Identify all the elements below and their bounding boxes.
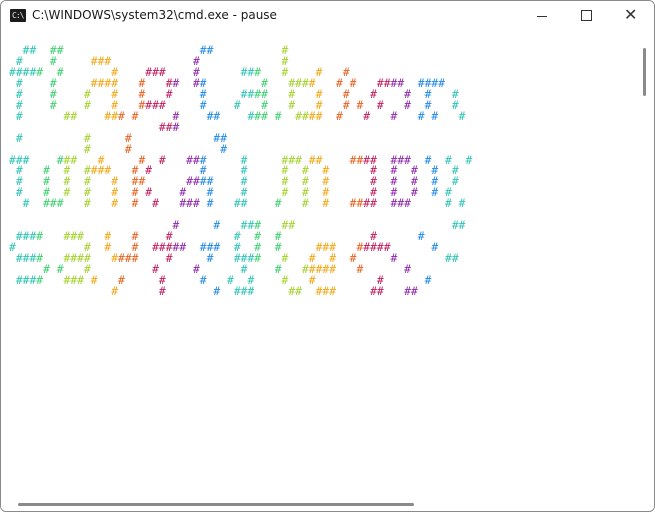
cmd-window: C:\ C:\WINDOWS\system32\cmd.exe - pause … xyxy=(0,0,655,512)
minimize-button[interactable] xyxy=(520,1,566,32)
cmd-icon-glyph: C:\ xyxy=(12,11,24,20)
console-line: # # # ### ## ### ## ## xyxy=(111,284,418,298)
horizontal-scrollbar-thumb[interactable] xyxy=(18,503,414,506)
vertical-scrollbar-thumb[interactable] xyxy=(643,48,646,96)
scrollbar-corner xyxy=(638,500,654,511)
horizontal-scrollbar[interactable] xyxy=(1,500,638,511)
maximize-icon xyxy=(581,10,592,21)
close-button[interactable]: ✕ xyxy=(608,1,654,32)
window-title: C:\WINDOWS\system32\cmd.exe - pause xyxy=(32,8,277,22)
cmd-icon[interactable]: C:\ xyxy=(10,9,26,22)
maximize-button[interactable] xyxy=(564,1,610,32)
console-line: # ### # # # # ### # ## # # # #### ### # … xyxy=(22,197,466,211)
console-text: ## ## ## # # # ### # # ##### # # ### # #… xyxy=(9,45,472,298)
vertical-scrollbar[interactable] xyxy=(638,32,654,500)
close-icon: ✕ xyxy=(624,5,638,24)
minimize-icon xyxy=(537,16,547,17)
title-bar[interactable]: C:\ C:\WINDOWS\system32\cmd.exe - pause … xyxy=(1,1,654,32)
console-output-area[interactable]: ## ## ## # # # ### # # ##### # # ### # #… xyxy=(1,32,638,500)
